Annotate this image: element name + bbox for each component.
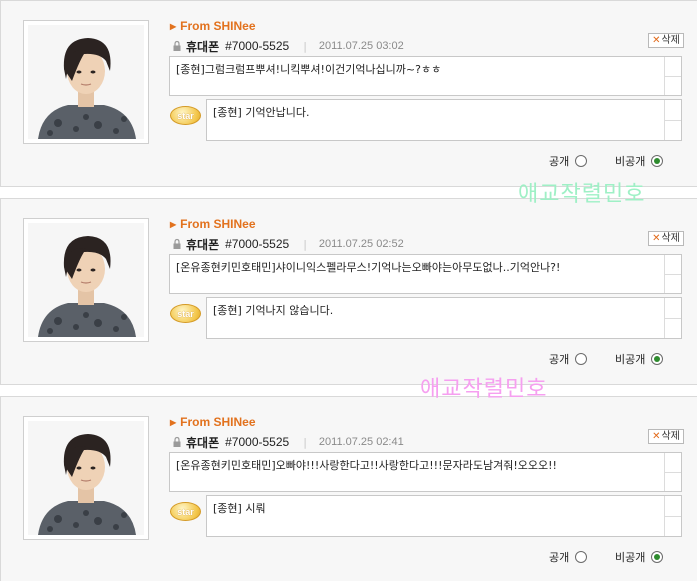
sender-number: #7000-5525: [225, 237, 290, 251]
message-text-box[interactable]: [온유종현키민호태민]오빠야!!!사랑한다고!!사랑한다고!!!문자라도남겨줘!…: [169, 452, 682, 492]
scrollbar[interactable]: [664, 298, 681, 338]
reply-text-box[interactable]: [종현] 기억안납니다.: [206, 99, 682, 141]
delete-button[interactable]: ✕ 삭제: [648, 33, 684, 48]
from-label: ▶ From SHINee: [170, 19, 256, 33]
public-label: 공개: [549, 551, 570, 564]
public-radio[interactable]: [575, 551, 588, 563]
sender-photo: [28, 223, 144, 337]
arrow-right-icon: ▶: [170, 418, 177, 427]
lock-icon: [173, 436, 181, 447]
reply-text-box[interactable]: [종현] 시뤄: [206, 495, 682, 537]
message-text-box[interactable]: [종현]그럼크럼프뿌셔!니킥뿌셔!이건기억나십니까~?ㅎㅎ: [169, 56, 682, 96]
star-badge: star: [170, 502, 201, 521]
message-date: 2011.07.25 02:41: [318, 436, 404, 448]
delete-label: 삭제: [661, 232, 680, 244]
from-text: From SHINee: [180, 19, 256, 33]
lock-icon: [173, 238, 181, 249]
private-label: 비공개: [615, 353, 646, 366]
sender-kind: 휴대폰: [186, 435, 220, 450]
message-meta: 휴대폰 #7000-5525 | 2011.07.25 02:41: [171, 434, 404, 450]
x-icon: ✕: [652, 34, 661, 46]
visibility-private-option[interactable]: 비공개: [615, 153, 664, 169]
delete-label: 삭제: [661, 430, 680, 442]
divider: |: [303, 435, 307, 449]
star-badge: star: [170, 304, 201, 323]
visibility-public-option[interactable]: 공개: [549, 549, 588, 565]
scrollbar[interactable]: [664, 57, 681, 95]
message-text: [온유종현키민호태민]오빠야!!!사랑한다고!!사랑한다고!!!문자라도남겨줘!…: [176, 459, 557, 472]
message-text-box[interactable]: [온유종현키민호태민]샤이니익스펠라무스!기억나는오빠야는아무도없나..기억안나…: [169, 254, 682, 294]
message-card: ▶ From SHINee 휴대폰 #7000-5525 | 2011.07.25…: [0, 396, 697, 581]
scrollbar[interactable]: [664, 255, 681, 293]
scrollbar[interactable]: [664, 496, 681, 536]
sender-kind: 휴대폰: [186, 39, 220, 54]
visibility-private-option[interactable]: 비공개: [615, 549, 664, 565]
sender-photo-frame: [23, 20, 149, 144]
sender-number: #7000-5525: [225, 39, 290, 53]
divider: |: [303, 237, 307, 251]
public-label: 공개: [549, 155, 570, 168]
message-date: 2011.07.25 02:52: [318, 238, 404, 250]
from-text: From SHINee: [180, 415, 256, 429]
from-label: ▶ From SHINee: [170, 217, 256, 231]
private-radio[interactable]: [651, 353, 664, 365]
reply-text: [종현] 시뤄: [213, 502, 266, 515]
reply-text-box[interactable]: [종현] 기억나지 않습니다.: [206, 297, 682, 339]
sender-kind: 휴대폰: [186, 237, 220, 252]
arrow-right-icon: ▶: [170, 220, 177, 229]
private-label: 비공개: [615, 551, 646, 564]
watermark-text: 애교작렬민호: [420, 377, 548, 402]
from-label: ▶ From SHINee: [170, 415, 256, 429]
arrow-right-icon: ▶: [170, 22, 177, 31]
sender-photo: [28, 25, 144, 139]
public-radio[interactable]: [575, 353, 588, 365]
delete-button[interactable]: ✕ 삭제: [648, 231, 684, 246]
reply-text: [종현] 기억안납니다.: [213, 106, 310, 119]
from-text: From SHINee: [180, 217, 256, 231]
message-card: ▶ From SHINee 휴대폰 #7000-5525 | 2011.07.25…: [0, 0, 697, 187]
scrollbar[interactable]: [664, 100, 681, 140]
divider: |: [303, 39, 307, 53]
x-icon: ✕: [652, 232, 661, 244]
private-radio[interactable]: [651, 155, 664, 167]
sender-photo: [28, 421, 144, 535]
x-icon: ✕: [652, 430, 661, 442]
message-card: ▶ From SHINee 휴대폰 #7000-5525 | 2011.07.25…: [0, 198, 697, 385]
star-badge: star: [170, 106, 201, 125]
lock-icon: [173, 40, 181, 51]
reply-text: [종현] 기억나지 않습니다.: [213, 304, 334, 317]
private-label: 비공개: [615, 155, 646, 168]
message-text: [온유종현키민호태민]샤이니익스펠라무스!기억나는오빠야는아무도없나..기억안나…: [176, 261, 561, 274]
visibility-public-option[interactable]: 공개: [549, 351, 588, 367]
visibility-public-option[interactable]: 공개: [549, 153, 588, 169]
message-meta: 휴대폰 #7000-5525 | 2011.07.25 02:52: [171, 236, 404, 252]
sender-number: #7000-5525: [225, 435, 290, 449]
private-radio[interactable]: [651, 551, 664, 563]
message-text: [종현]그럼크럼프뿌셔!니킥뿌셔!이건기억나십니까~?ㅎㅎ: [176, 63, 442, 76]
message-date: 2011.07.25 03:02: [318, 40, 404, 52]
sender-photo-frame: [23, 218, 149, 342]
visibility-private-option[interactable]: 비공개: [615, 351, 664, 367]
message-meta: 휴대폰 #7000-5525 | 2011.07.25 03:02: [171, 38, 404, 54]
public-label: 공개: [549, 353, 570, 366]
scrollbar[interactable]: [664, 453, 681, 491]
watermark-text: 애교작렬민호: [518, 182, 646, 207]
public-radio[interactable]: [575, 155, 588, 167]
delete-label: 삭제: [661, 34, 680, 46]
delete-button[interactable]: ✕ 삭제: [648, 429, 684, 444]
sender-photo-frame: [23, 416, 149, 540]
